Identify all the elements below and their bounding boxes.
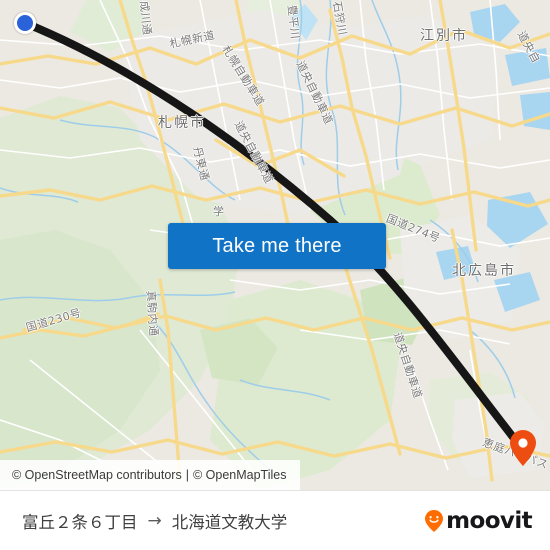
attribution-separator: | bbox=[185, 468, 189, 482]
destination-pin[interactable] bbox=[508, 428, 538, 468]
attribution-osm[interactable]: © OpenStreetMap contributors bbox=[12, 468, 182, 482]
map-pin-icon bbox=[510, 430, 536, 466]
map-canvas[interactable]: 成川通 札幌新道 札幌自動車道 道央自動車道 石狩川 豊平川 江別市 道央自 札… bbox=[0, 0, 550, 490]
origin-marker[interactable] bbox=[14, 12, 36, 34]
trip-summary: 富丘２条６丁目 → 北海道文教大学 bbox=[22, 509, 287, 533]
moovit-wordmark: moovit bbox=[446, 507, 532, 534]
moovit-pin-icon bbox=[425, 509, 444, 532]
map-share-card: 成川通 札幌新道 札幌自動車道 道央自動車道 石狩川 豊平川 江別市 道央自 札… bbox=[0, 0, 550, 550]
moovit-logo[interactable]: moovit bbox=[424, 507, 533, 534]
map-attribution: © OpenStreetMap contributors | © OpenMap… bbox=[0, 460, 301, 490]
attribution-tiles[interactable]: © OpenMapTiles bbox=[193, 468, 287, 482]
trip-destination: 北海道文教大学 bbox=[171, 512, 288, 532]
arrow-right-icon: → bbox=[147, 510, 162, 531]
take-me-there-button[interactable]: Take me there bbox=[168, 223, 386, 269]
trip-origin: 富丘２条６丁目 bbox=[22, 512, 138, 532]
footer-bar: 富丘２条６丁目 → 北海道文教大学 moovit bbox=[0, 490, 550, 550]
